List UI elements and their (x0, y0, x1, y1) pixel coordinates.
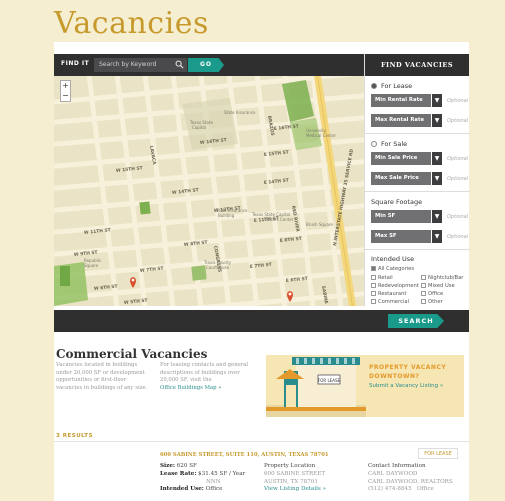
submit-vacancy-link[interactable]: Submit a Vacancy Listing » (369, 383, 443, 389)
for-lease-section: For Lease Min Rental Rate ▼ Optional Max… (365, 76, 470, 134)
dropdown-arrow-icon[interactable]: ▼ (432, 114, 442, 127)
optional-hint: Optional (447, 98, 469, 104)
radio-icon[interactable] (371, 141, 377, 147)
max-sf-select[interactable]: Max SF (371, 230, 431, 243)
place-label: Courthouse (206, 265, 230, 270)
optional-hint: Optional (447, 214, 469, 220)
dropdown-arrow-icon[interactable]: ▼ (432, 94, 442, 107)
place-label: Square (84, 263, 99, 268)
search-button[interactable]: SEARCH (388, 314, 444, 328)
for-sale-radio[interactable]: For Sale (371, 140, 407, 148)
square-footage-label: Square Footage (371, 198, 423, 206)
checkbox-commercial[interactable]: Commercial (371, 299, 409, 305)
property-location: Property Location 600 SABINE STREET AUST… (264, 463, 359, 494)
optional-hint: Optional (447, 156, 469, 162)
find-it-label: FIND IT (61, 60, 90, 67)
for-lease-radio[interactable]: For Lease (371, 82, 412, 90)
storefront-illustration: FOR LEASE (266, 357, 366, 417)
zoom-control: + − (60, 80, 71, 102)
optional-hint: Optional (447, 118, 469, 124)
checkbox-all-categories[interactable]: All Categories (371, 266, 414, 272)
place-label: Visitors Center (264, 217, 294, 222)
dropdown-arrow-icon[interactable]: ▼ (432, 172, 442, 185)
place-label: Medical Center (306, 133, 336, 138)
place-label: Building (218, 213, 235, 218)
max-sale-price-select[interactable]: Max Sale Price (371, 172, 431, 185)
street-map[interactable]: W 16TH ST E 16TH ST W 15TH ST E 15TH ST … (54, 76, 364, 306)
filter-panel-heading: FIND VACANCIES (365, 54, 469, 76)
min-rental-rate-select[interactable]: Min Rental Rate (371, 94, 431, 107)
zoom-out-button[interactable]: − (61, 91, 70, 101)
contact-information: Contact Information CARL DAYWOOD CARL DA… (368, 463, 453, 493)
search-icon[interactable] (175, 60, 184, 69)
search-input[interactable]: Search by Keyword (94, 58, 187, 72)
place-label: State Insurance (224, 110, 256, 115)
checkbox-redevelopment[interactable]: Redevelopment (371, 283, 419, 289)
optional-hint: Optional (447, 176, 469, 182)
view-listing-details-link[interactable]: View Listing Details » (264, 486, 359, 494)
map-view[interactable]: W 16TH ST E 16TH ST W 15TH ST E 15TH ST … (54, 76, 364, 306)
intended-use-label: Intended Use (371, 255, 415, 263)
max-rental-rate-select[interactable]: Max Rental Rate (371, 114, 431, 127)
listing-address[interactable]: 600 SABINE STREET, SUITE 110, AUSTIN, TE… (160, 452, 329, 458)
leasing-contacts-note: For leasing contacts and general descrip… (160, 362, 260, 392)
dropdown-arrow-icon[interactable]: ▼ (432, 152, 442, 165)
radio-selected-icon[interactable] (371, 83, 377, 89)
submit-vacancy-promo[interactable]: FOR LEASE PROPERTY VACANCY DOWNTOWN? Sub… (266, 355, 464, 417)
go-button[interactable]: GO (188, 58, 224, 72)
office-buildings-map-link[interactable]: Office Buildings Map » (160, 385, 260, 393)
page-title: Vacancies (54, 6, 209, 41)
checkbox-mixed-use[interactable]: Mixed Use (421, 283, 455, 289)
search-placeholder: Search by Keyword (99, 61, 157, 68)
checkbox-office[interactable]: Office (421, 291, 443, 297)
search-action-bar: SEARCH (54, 310, 469, 332)
commercial-vacancies-title: Commercial Vacancies (56, 347, 208, 361)
results-count: 3 RESULTS (56, 433, 93, 439)
optional-hint: Optional (447, 234, 469, 240)
for-sale-section: For Sale Min Sale Price ▼ Optional Max S… (365, 134, 470, 192)
for-lease-sign: FOR LEASE (318, 378, 341, 383)
intended-use-section: Intended Use All Categories Retail Night… (365, 250, 470, 306)
vacancies-panel: FIND IT Search by Keyword GO W 16TH ST E… (54, 42, 470, 501)
commercial-description: Vacancies located in buildings under 20,… (56, 362, 148, 391)
min-sf-select[interactable]: Min SF (371, 210, 431, 223)
dropdown-arrow-icon[interactable]: ▼ (432, 210, 442, 223)
zoom-in-button[interactable]: + (61, 81, 70, 91)
min-sale-price-select[interactable]: Min Sale Price (371, 152, 431, 165)
square-footage-section: Square Footage Min SF ▼ Optional Max SF … (365, 192, 470, 250)
checkbox-other[interactable]: Other (421, 299, 443, 305)
dropdown-arrow-icon[interactable]: ▼ (432, 230, 442, 243)
place-label: Capitol (192, 125, 206, 130)
place-label: Brush Square (306, 222, 333, 227)
checkbox-retail[interactable]: Retail (371, 275, 393, 281)
promo-title: PROPERTY VACANCY DOWNTOWN? (369, 364, 447, 380)
divider (54, 441, 469, 442)
for-lease-badge: FOR LEASE (418, 448, 458, 459)
checkbox-restaurant[interactable]: Restaurant (371, 291, 406, 297)
filter-panel: FIND VACANCIES For Lease Min Rental Rate… (364, 54, 470, 306)
checkbox-nightclub-bar[interactable]: Nightclub/Bar (421, 275, 463, 281)
listing-specs: Size: 620 SF Lease Rate: $31.45 SF / Yea… (160, 463, 246, 493)
